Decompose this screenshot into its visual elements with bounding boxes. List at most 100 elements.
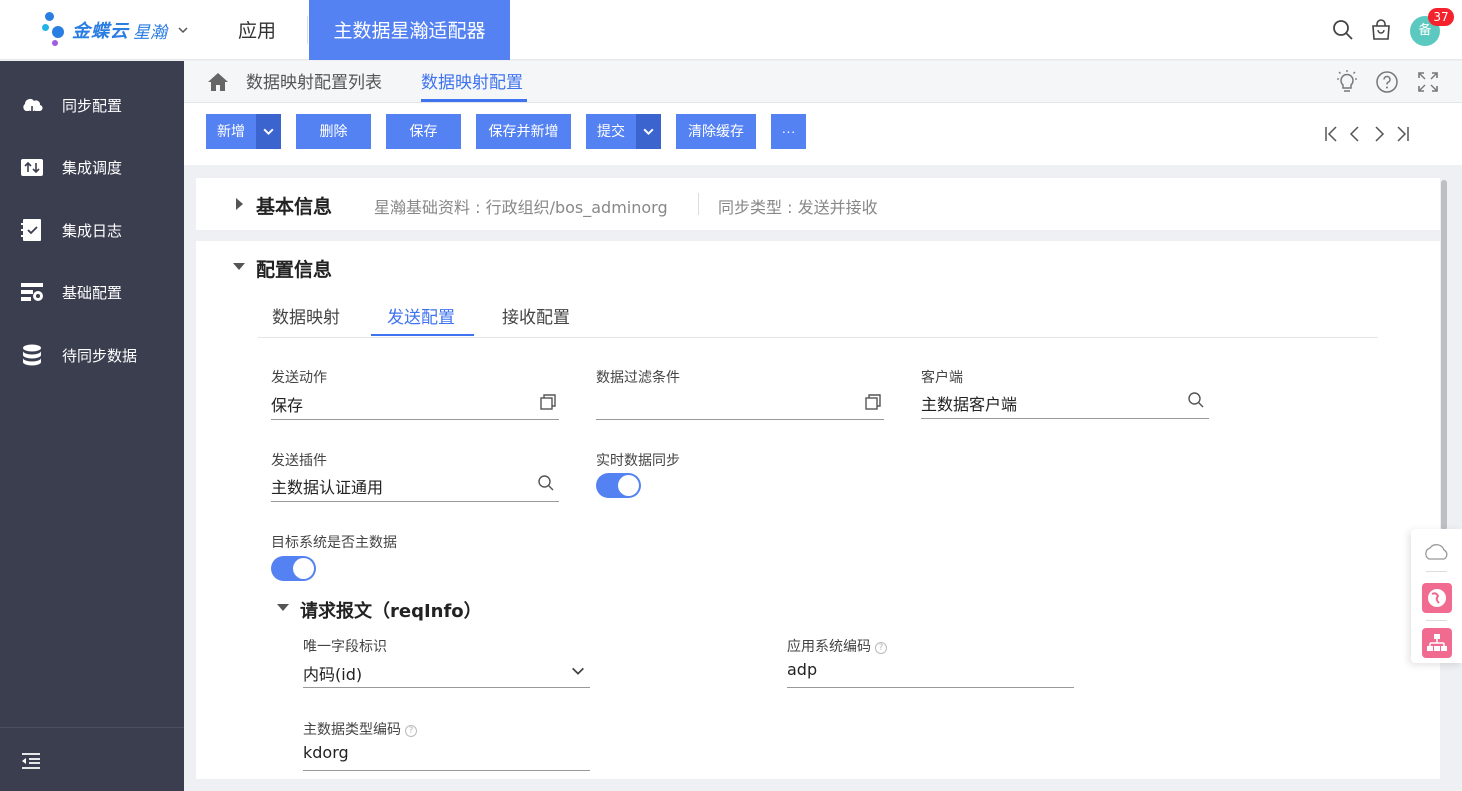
sidebar-item-log[interactable]: 集成日志 [0,210,184,250]
app-code-value[interactable]: adp [787,660,817,679]
search-icon[interactable] [537,474,555,492]
transfer-icon [21,159,43,176]
copy-icon[interactable] [539,393,557,411]
scrollbar-thumb[interactable] [1441,180,1447,530]
config-info-title[interactable]: 配置信息 [256,255,332,282]
save-button[interactable]: 保存 [386,114,461,149]
plugin-value[interactable]: 主数据认证通用 [271,474,383,498]
save-and-new-button[interactable]: 保存并新增 [476,114,571,149]
cloud-sync-icon [23,99,43,116]
filter-field[interactable] [596,419,884,420]
app-code-field[interactable] [787,687,1074,688]
help-icon[interactable]: ? [405,725,417,737]
chevron-down-icon [263,128,274,136]
submit-button[interactable]: 提交 [586,114,636,149]
first-record-icon[interactable] [1324,125,1338,143]
home-icon[interactable] [206,70,230,94]
settings-list-icon [21,283,43,301]
widget-divider [1426,620,1447,621]
logo[interactable]: 金蝶云 星瀚 [42,12,189,48]
sidebar-item-label: 同步配置 [62,96,123,115]
sidebar-item-pending-data[interactable]: 待同步数据 [0,335,184,375]
sidebar-divider [0,727,184,728]
delete-button[interactable]: 删除 [296,114,371,149]
collapse-caret-icon[interactable] [233,263,245,270]
basic-info-title[interactable]: 基本信息 [256,192,332,219]
info-divider [698,193,699,215]
send-action-field[interactable] [271,419,559,420]
sidebar-item-schedule[interactable]: 集成调度 [0,147,184,187]
log-check-icon [21,219,41,241]
breadcrumb-list-tab[interactable]: 数据映射配置列表 [246,61,382,103]
tab-data-mapping[interactable]: 数据映射 [272,303,340,328]
clear-cache-button[interactable]: 清除缓存 [676,114,756,149]
filter-label: 数据过滤条件 [596,370,680,386]
realtime-sync-label: 实时数据同步 [596,453,680,469]
type-code-field[interactable] [303,770,590,771]
top-header: 金蝶云 星瀚 应用 主数据星瀚适配器 备 37 [0,0,1462,60]
client-field[interactable] [921,418,1209,419]
last-record-icon[interactable] [1396,125,1410,143]
sync-type-info: 同步类型 : 发送并接收 [718,198,878,217]
submit-dropdown-toggle[interactable] [636,114,661,149]
unique-field-select[interactable] [303,687,590,688]
app-code-label: 应用系统编码? [787,636,887,656]
chevron-down-icon[interactable] [570,663,586,679]
collapse-menu-icon[interactable] [19,749,43,773]
basic-info-panel: 基本信息 星瀚基础资料 : 行政组织/bos_adminorg 同步类型 : 发… [196,178,1440,230]
realtime-sync-toggle[interactable] [596,473,641,498]
tab-send-config[interactable]: 发送配置 [387,303,455,328]
plugin-field[interactable] [271,501,559,502]
chevron-down-icon[interactable] [177,24,189,36]
globe-app-icon[interactable] [1422,583,1452,613]
type-code-label: 主数据类型编码? [303,719,417,739]
client-label: 客户端 [921,370,963,386]
base-data-info: 星瀚基础资料 : 行政组织/bos_adminorg [374,198,668,217]
notification-badge: 37 [1428,8,1454,26]
floating-toolbox [1411,529,1462,663]
nav-tab-active[interactable]: 主数据星瀚适配器 [309,0,510,60]
type-code-value[interactable]: kdorg [303,743,349,762]
sidebar-item-label: 集成调度 [62,158,123,177]
database-icon [23,344,41,366]
search-icon[interactable] [1331,18,1355,42]
breadcrumb: 数据映射配置列表 数据映射配置 [184,61,1462,103]
help-icon[interactable] [1375,70,1399,94]
request-section-title[interactable]: 请求报文（reqInfo） [300,597,482,623]
next-record-icon[interactable] [1372,125,1386,143]
target-master-toggle[interactable] [271,556,316,581]
config-info-panel: 配置信息 数据映射 发送配置 接收配置 发送动作 保存 数据过滤条件 客户端 主… [196,241,1440,779]
toggle-knob [293,558,314,579]
fullscreen-icon[interactable] [1416,70,1440,94]
cloud-icon[interactable] [1421,541,1451,563]
help-icon[interactable]: ? [875,642,887,654]
search-icon[interactable] [1187,391,1205,409]
sidebar-item-base-config[interactable]: 基础配置 [0,272,184,312]
org-chart-app-icon[interactable] [1422,628,1452,658]
new-dropdown-toggle[interactable] [256,114,281,149]
plugin-label: 发送插件 [271,453,327,469]
logo-mark-icon [42,12,72,48]
sidebar-item-label: 基础配置 [62,283,123,302]
lightbulb-icon[interactable] [1335,70,1359,94]
send-action-value[interactable]: 保存 [271,392,303,416]
nav-app[interactable]: 应用 [238,0,276,60]
unique-field-value[interactable]: 内码(id) [303,661,362,685]
target-master-label: 目标系统是否主数据 [271,535,397,551]
new-button[interactable]: 新增 [206,114,256,149]
unique-field-label: 唯一字段标识 [303,639,387,655]
chevron-down-icon [643,128,654,136]
copy-icon[interactable] [864,393,882,411]
prev-record-icon[interactable] [1348,125,1362,143]
tab-divider [258,337,1378,338]
breadcrumb-current-tab[interactable]: 数据映射配置 [421,61,523,103]
client-value[interactable]: 主数据客户端 [921,391,1017,415]
shopping-bag-icon[interactable] [1369,18,1393,42]
more-button[interactable]: ··· [771,114,806,149]
expand-caret-icon[interactable] [236,198,243,210]
tab-receive-config[interactable]: 接收配置 [502,303,570,328]
tab-active-underline [371,334,474,336]
collapse-caret-icon[interactable] [277,604,289,611]
sidebar-item-sync-config[interactable]: 同步配置 [0,85,184,125]
breadcrumb-active-underline [421,99,527,102]
